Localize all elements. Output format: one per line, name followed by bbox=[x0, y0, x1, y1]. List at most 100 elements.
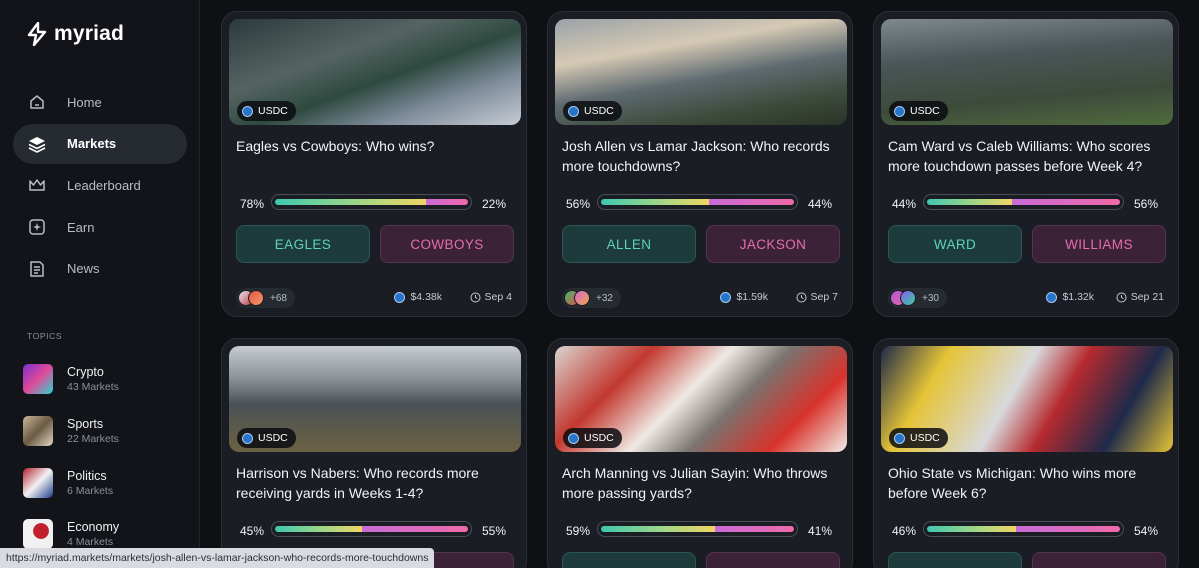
odds-bar-b bbox=[362, 526, 468, 532]
market-image: USDC bbox=[555, 346, 847, 452]
topic-name: Economy bbox=[67, 520, 120, 534]
market-card[interactable]: USDC Harrison vs Nabers: Who records mor… bbox=[221, 338, 527, 568]
usdc-icon bbox=[242, 432, 253, 444]
nav-label: News bbox=[67, 261, 100, 277]
market-title[interactable]: Josh Allen vs Lamar Jackson: Who records… bbox=[562, 136, 844, 176]
topic-thumbnail bbox=[23, 468, 53, 498]
option-b-button[interactable]: WILLIAMS bbox=[1032, 225, 1166, 263]
topic-crypto[interactable]: Crypto 43 Markets bbox=[23, 364, 119, 394]
nav-label: Home bbox=[67, 94, 102, 110]
option-b-button[interactable]: JACKSON bbox=[706, 225, 840, 263]
percent-b: 55% bbox=[482, 524, 507, 538]
clock-icon bbox=[1116, 292, 1127, 302]
nav-item-leaderboard[interactable]: Leaderboard bbox=[13, 165, 187, 205]
token-badge: USDC bbox=[889, 101, 948, 121]
option-a-button[interactable] bbox=[562, 552, 696, 568]
percent-a: 46% bbox=[892, 524, 917, 538]
news-icon bbox=[27, 259, 47, 279]
market-end-date: Sep 21 bbox=[1116, 291, 1164, 303]
card-footer: +32 $1.59k Sep 7 bbox=[562, 288, 840, 308]
market-card[interactable]: USDC Cam Ward vs Caleb Williams: Who sco… bbox=[873, 11, 1179, 317]
usdc-icon bbox=[894, 432, 905, 444]
odds-bar bbox=[597, 521, 798, 537]
usdc-icon bbox=[720, 291, 732, 303]
percent-a: 44% bbox=[892, 197, 917, 211]
market-image: USDC bbox=[881, 19, 1173, 125]
token-badge: USDC bbox=[563, 428, 622, 448]
market-title[interactable]: Cam Ward vs Caleb Williams: Who scores m… bbox=[888, 136, 1170, 176]
home-icon bbox=[27, 92, 47, 112]
token-label: USDC bbox=[258, 105, 288, 117]
logo[interactable]: myriad bbox=[26, 22, 124, 46]
market-card[interactable]: USDC Eagles vs Cowboys: Who wins? 78% 22… bbox=[221, 11, 527, 317]
market-card[interactable]: USDC Josh Allen vs Lamar Jackson: Who re… bbox=[547, 11, 853, 317]
odds-bar bbox=[597, 194, 798, 210]
topic-politics[interactable]: Politics 6 Markets bbox=[23, 468, 113, 498]
main-nav: Home Markets Leaderboard Earn News bbox=[13, 82, 187, 290]
topic-name: Crypto bbox=[67, 365, 104, 379]
status-bar-url: https://myriad.markets/markets/josh-alle… bbox=[0, 548, 435, 568]
crown-icon bbox=[27, 175, 47, 195]
nav-item-markets[interactable]: Markets bbox=[13, 123, 187, 164]
percent-a: 56% bbox=[566, 197, 591, 211]
odds-bar-b bbox=[1012, 199, 1120, 205]
usdc-icon bbox=[242, 105, 253, 117]
option-b-button[interactable] bbox=[1032, 552, 1166, 568]
earn-icon bbox=[27, 217, 47, 237]
participant-avatars[interactable]: +30 bbox=[888, 288, 947, 308]
option-a-button[interactable] bbox=[888, 552, 1022, 568]
nav-label: Earn bbox=[67, 219, 95, 235]
percent-a: 78% bbox=[240, 197, 265, 211]
date-value: Sep 21 bbox=[1130, 291, 1164, 303]
option-a-button[interactable]: EAGLES bbox=[236, 225, 370, 263]
avatar bbox=[248, 290, 264, 306]
usdc-icon bbox=[568, 432, 579, 444]
topics-heading: TOPICS bbox=[27, 331, 63, 341]
usdc-icon bbox=[1046, 291, 1058, 303]
odds-bar-a bbox=[927, 526, 1016, 532]
token-label: USDC bbox=[910, 105, 940, 117]
market-title[interactable]: Ohio State vs Michigan: Who wins more be… bbox=[888, 463, 1170, 503]
brand-name: myriad bbox=[54, 22, 125, 45]
token-badge: USDC bbox=[237, 101, 296, 121]
topic-economy[interactable]: Economy 4 Markets bbox=[23, 519, 119, 549]
nav-item-news[interactable]: News bbox=[13, 249, 187, 289]
option-a-button[interactable]: ALLEN bbox=[562, 225, 696, 263]
market-title[interactable]: Harrison vs Nabers: Who records more rec… bbox=[236, 463, 518, 503]
market-image: USDC bbox=[881, 346, 1173, 452]
topic-thumbnail bbox=[23, 519, 53, 549]
option-a-button[interactable]: WARD bbox=[888, 225, 1022, 263]
topic-sports[interactable]: Sports 22 Markets bbox=[23, 416, 119, 446]
nav-item-home[interactable]: Home bbox=[13, 82, 187, 122]
token-label: USDC bbox=[584, 432, 614, 444]
clock-icon bbox=[470, 292, 481, 302]
topic-count: 4 Markets bbox=[67, 536, 114, 548]
participant-avatars[interactable]: +32 bbox=[562, 288, 621, 308]
percent-b: 41% bbox=[808, 524, 833, 538]
volume-value: $4.38k bbox=[410, 291, 442, 303]
market-volume: $1.32k bbox=[1046, 291, 1094, 303]
participant-avatars[interactable]: +68 bbox=[236, 288, 295, 308]
volume-value: $1.32k bbox=[1062, 291, 1094, 303]
market-card[interactable]: USDC Arch Manning vs Julian Sayin: Who t… bbox=[547, 338, 853, 568]
token-badge: USDC bbox=[237, 428, 296, 448]
odds-bar-a bbox=[601, 526, 715, 532]
market-card[interactable]: USDC Ohio State vs Michigan: Who wins mo… bbox=[873, 338, 1179, 568]
nav-item-earn[interactable]: Earn bbox=[13, 207, 187, 247]
participant-count: +30 bbox=[922, 292, 939, 304]
market-image: USDC bbox=[229, 346, 521, 452]
usdc-icon bbox=[568, 105, 579, 117]
clock-icon bbox=[796, 292, 807, 302]
option-b-button[interactable]: COWBOYS bbox=[380, 225, 514, 263]
odds-bar-a bbox=[927, 199, 1012, 205]
token-label: USDC bbox=[910, 432, 940, 444]
market-title[interactable]: Eagles vs Cowboys: Who wins? bbox=[236, 136, 518, 156]
card-footer: +30 $1.32k Sep 21 bbox=[888, 288, 1166, 308]
market-title[interactable]: Arch Manning vs Julian Sayin: Who throws… bbox=[562, 463, 844, 503]
token-label: USDC bbox=[258, 432, 288, 444]
odds-bar-a bbox=[275, 526, 362, 532]
option-b-button[interactable] bbox=[706, 552, 840, 568]
market-image: USDC bbox=[229, 19, 521, 125]
sidebar: myriad Home Markets Leaderboard Earn New… bbox=[0, 0, 200, 568]
topic-count: 22 Markets bbox=[67, 433, 119, 445]
